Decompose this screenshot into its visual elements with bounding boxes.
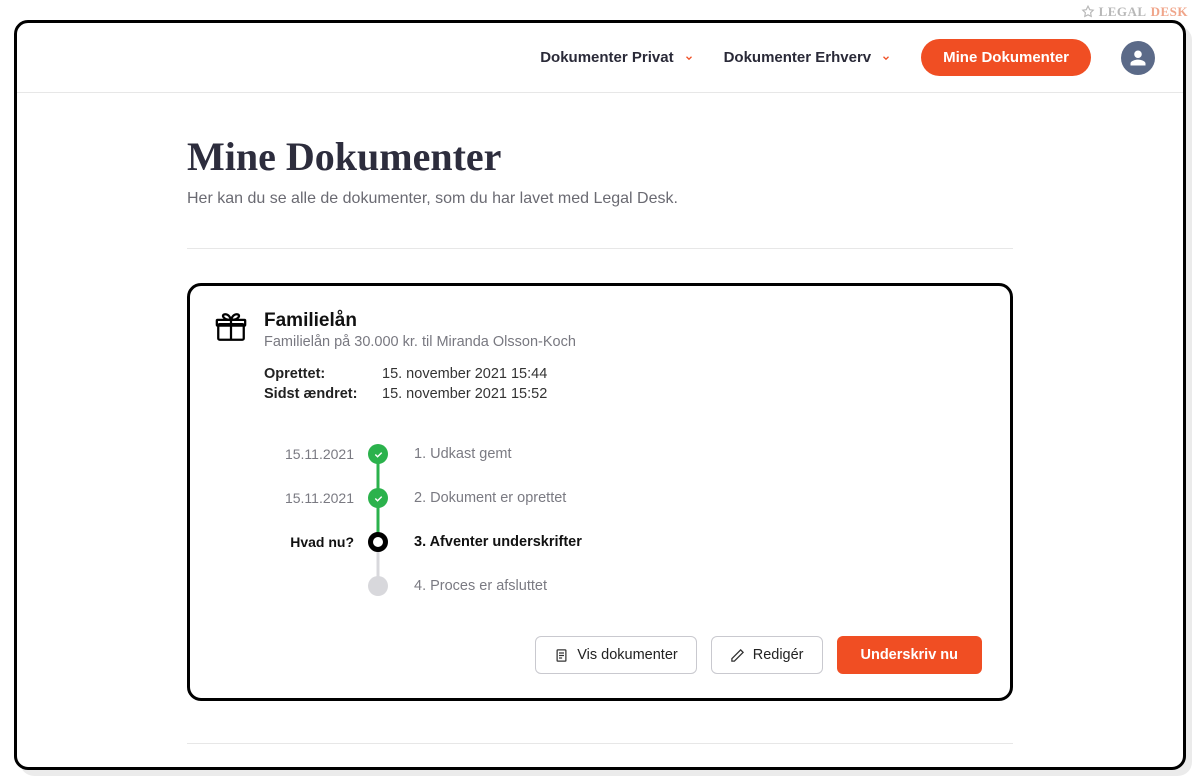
meta-created-label: Oprettet:: [264, 366, 364, 382]
check-icon: [368, 488, 388, 508]
edit-button[interactable]: Redigér: [711, 636, 823, 674]
document-subtitle: Familielån på 30.000 kr. til Miranda Ols…: [264, 334, 576, 350]
meta-modified-value: 15. november 2021 15:52: [382, 386, 547, 402]
document-title: Familielån: [264, 310, 576, 332]
check-icon: [368, 444, 388, 464]
timeline: 15.11.2021 1. Udkast gemt 15.11.2021: [264, 432, 982, 608]
document-meta: Oprettet: 15. november 2021 15:44 Sidst …: [264, 366, 982, 402]
gift-icon: [214, 310, 248, 349]
button-label: Redigér: [753, 647, 804, 663]
document-header: Familielån Familielån på 30.000 kr. til …: [214, 310, 982, 350]
user-icon: [1128, 48, 1148, 68]
sign-now-button[interactable]: Underskriv nu: [837, 636, 983, 674]
chevron-down-icon: [881, 53, 891, 63]
button-label: Vis dokumenter: [577, 647, 677, 663]
card-actions: Vis dokumenter Redigér Underskriv nu: [214, 636, 982, 674]
timeline-step-3: Hvad nu? 3. Afventer underskrifter: [264, 520, 982, 564]
timeline-step-4: 4. Proces er afsluttet: [264, 564, 982, 608]
meta-created-value: 15. november 2021 15:44: [382, 366, 547, 382]
pencil-icon: [730, 648, 745, 663]
mine-dokumenter-button[interactable]: Mine Dokumenter: [921, 39, 1091, 76]
current-step-icon: [368, 532, 388, 552]
timeline-step-2: 15.11.2021 2. Dokument er oprettet: [264, 476, 982, 520]
meta-modified-label: Sidst ændret:: [264, 386, 364, 402]
document-icon: [554, 648, 569, 663]
profile-avatar[interactable]: [1121, 41, 1155, 75]
nav-label: Dokumenter Erhverv: [724, 49, 872, 66]
document-card: Familielån Familielån på 30.000 kr. til …: [187, 283, 1013, 701]
page-body: Mine Dokumenter Her kan du se alle de do…: [17, 93, 1183, 744]
timeline-date: 15.11.2021: [264, 490, 358, 506]
timeline-step-1: 15.11.2021 1. Udkast gemt: [264, 432, 982, 476]
nav-dokumenter-erhverv[interactable]: Dokumenter Erhverv: [724, 49, 892, 66]
divider: [187, 743, 1013, 744]
timeline-label: 2. Dokument er oprettet: [398, 490, 566, 506]
timeline-date: 15.11.2021: [264, 446, 358, 462]
timeline-label: 3. Afventer underskrifter: [398, 534, 582, 550]
nav-label: Dokumenter Privat: [540, 49, 673, 66]
page-title: Mine Dokumenter: [187, 133, 1013, 180]
page-subtitle: Her kan du se alle de dokumenter, som du…: [187, 190, 1013, 208]
pending-step-icon: [368, 576, 388, 596]
view-documents-button[interactable]: Vis dokumenter: [535, 636, 696, 674]
timeline-date: Hvad nu?: [264, 534, 358, 550]
nav-dokumenter-privat[interactable]: Dokumenter Privat: [540, 49, 693, 66]
timeline-label: 4. Proces er afsluttet: [398, 578, 547, 594]
divider: [187, 248, 1013, 249]
app-window: Dokumenter Privat Dokumenter Erhverv Min…: [14, 20, 1186, 770]
chevron-down-icon: [684, 53, 694, 63]
watermark-logo: LEGALDESK: [1081, 4, 1188, 20]
timeline-label: 1. Udkast gemt: [398, 446, 512, 462]
top-nav: Dokumenter Privat Dokumenter Erhverv Min…: [17, 23, 1183, 93]
